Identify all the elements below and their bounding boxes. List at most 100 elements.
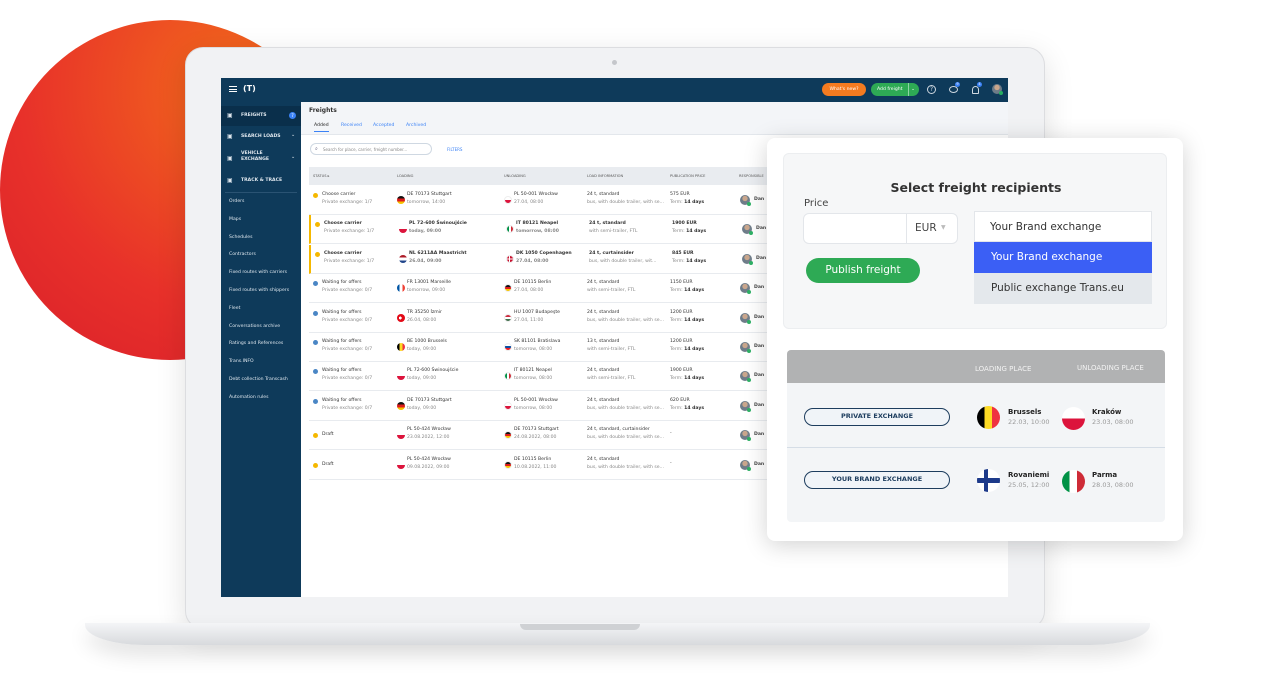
sidebar-item[interactable]: Schedules — [229, 235, 309, 240]
publication-price: 1200 EUR — [670, 339, 693, 344]
loading-date: tomorrow, 09:00 — [407, 288, 446, 294]
flag-pl-icon — [1062, 407, 1085, 430]
term-label: Term: — [670, 405, 685, 411]
sidebar-item[interactable]: Ratings and References — [229, 341, 309, 346]
loading-date: tomorrow, 14:00 — [407, 200, 446, 205]
status-text: Choose carrier — [324, 221, 362, 227]
unloading-city: Parma — [1092, 471, 1118, 479]
exchange-table: LOADING PLACE UNLOADING PLACE PRIVATE EX… — [787, 350, 1165, 522]
clock-icon — [313, 369, 318, 375]
sidebar-item-search-loads[interactable]: ▣ SEARCH LOADS ⌄ — [221, 127, 301, 147]
loading-city: Brussels — [1008, 408, 1042, 416]
publication-price: 845 EUR — [672, 250, 694, 256]
whats-new-button[interactable]: What's new? — [822, 83, 866, 96]
term-value: 14 days — [684, 376, 705, 382]
publish-freight-button[interactable]: Publish freight — [806, 258, 920, 283]
sidebar-item-freights[interactable]: ▣ FREIGHTS 7 — [221, 106, 301, 126]
term-value: 14 days — [684, 405, 705, 411]
term-label: Term: — [670, 200, 685, 205]
column-header: LOAD INFORMATION — [587, 174, 624, 178]
warning-icon — [313, 433, 318, 439]
top-bar: (T) What's new? Add freight ⌄ ? 9 4 — [221, 78, 1008, 102]
loading-date: 25.05, 12:00 — [1008, 481, 1050, 489]
truck-icon: ▣ — [227, 155, 233, 162]
sidebar-item-vehicle-exchange[interactable]: ▣ VEHICLE EXCHANGE ⌄ — [221, 148, 301, 170]
tab-accepted[interactable]: Accepted — [373, 123, 394, 128]
search-input[interactable]: ⌕ Search for place, carrier, freight num… — [310, 143, 432, 155]
flag-it-icon — [504, 372, 512, 381]
messages-icon[interactable] — [949, 86, 958, 93]
exchange-type-button[interactable]: PRIVATE EXCHANGE — [804, 408, 950, 426]
loading-place: PL 50-424 Wrocław — [407, 427, 451, 433]
col-loading-place: LOADING PLACE — [975, 365, 1032, 373]
status-sub: Private exchange: 0/7 — [322, 376, 373, 382]
status-text: Draft — [322, 461, 334, 467]
status-text: Choose carrier — [324, 250, 362, 256]
publication-price: - — [670, 431, 672, 437]
sidebar-item[interactable]: Conversations archive — [229, 324, 309, 329]
load-info: 24 t, standard — [587, 280, 620, 286]
help-icon[interactable]: ? — [927, 85, 936, 94]
tab-received[interactable]: Received — [341, 123, 362, 128]
tab-added[interactable]: Added — [314, 123, 329, 132]
chevron-down-icon: ▼ — [941, 224, 946, 231]
menu-icon[interactable] — [229, 86, 237, 92]
column-header[interactable]: STATUS ▸ — [313, 174, 329, 178]
sidebar-item[interactable]: Trans.INFO — [229, 359, 309, 364]
flag-it-icon — [1062, 470, 1085, 493]
price-input[interactable]: EUR ▼ — [803, 213, 958, 244]
chevron-down-icon[interactable]: ⌄ — [908, 83, 915, 96]
chevron-down-icon[interactable]: ⌄ — [291, 132, 295, 138]
unloading-date: tomorrow, 08:00 — [514, 376, 553, 382]
load-info-detail: with semi-trailer, FTL — [589, 229, 638, 235]
sidebar-item-label: VEHICLE EXCHANGE — [241, 151, 270, 162]
sidebar-item[interactable]: Automation rules — [229, 395, 309, 400]
sidebar-item[interactable]: Fixed routes with shippers — [229, 288, 309, 293]
bell-icon[interactable] — [972, 86, 979, 94]
unloading-place: HU 1007 Budapeşte — [514, 309, 560, 315]
flag-pl-icon — [399, 225, 407, 234]
option-public-exchange[interactable]: Public exchange Trans.eu — [974, 273, 1152, 304]
sidebar-item[interactable]: Orders — [229, 199, 309, 204]
tab-archived[interactable]: Archived — [406, 123, 426, 128]
load-info-detail: bus, with double trailer, with se... — [587, 200, 664, 205]
loading-place: FR 13001 Marseille — [407, 280, 451, 286]
loading-place: TR 35250 İzmir — [407, 309, 442, 315]
add-freight-button[interactable]: Add freight ⌄ — [871, 83, 919, 96]
loading-place: DE 70173 Stuttgart — [407, 192, 452, 197]
sidebar-item-track-trace[interactable]: ▣ TRACK & TRACE — [221, 171, 301, 191]
unloading-date: 10.08.2022, 11:00 — [514, 464, 557, 470]
load-info: 24 t, standard — [587, 368, 620, 374]
sidebar-item[interactable]: Fixed routes with carriers — [229, 270, 309, 275]
freight-recipients-panel: Select freight recipients Price EUR ▼ Pu… — [767, 138, 1183, 541]
unloading-date: 27.04, 11:00 — [514, 317, 544, 323]
load-info: 24 t, curtainsider — [589, 250, 634, 256]
term-label: Term: — [670, 347, 685, 352]
term-label: Term: — [672, 258, 687, 264]
option-your-brand-exchange[interactable]: Your Brand exchange — [974, 242, 1152, 273]
status-sub: Private exchange: 1/7 — [324, 258, 375, 264]
status-sub: Private exchange: 0/7 — [322, 347, 373, 352]
panel-title: Select freight recipients — [890, 180, 1062, 195]
flag-be-icon — [977, 406, 1000, 429]
sidebar-item[interactable]: Fleet — [229, 306, 309, 311]
warning-icon — [315, 251, 320, 257]
unloading-place: DK 1050 Copenhagen — [516, 250, 572, 256]
sidebar-item[interactable]: Maps — [229, 217, 309, 222]
user-avatar[interactable] — [992, 84, 1003, 95]
status-text: Draft — [322, 432, 334, 438]
sidebar-item[interactable]: Debt collection Transcash — [229, 377, 309, 382]
exchange-row: PRIVATE EXCHANGE Brussels 22.03, 10:00 Krak… — [787, 404, 1165, 444]
status-text: Choose carrier — [322, 192, 356, 197]
flag-pl-icon — [397, 460, 405, 469]
loading-place: PL 72-600 Świnoujście — [407, 368, 459, 374]
exchange-dropdown[interactable]: Your Brand exchange — [974, 211, 1152, 242]
unloading-date: 24.08.2022, 08:00 — [514, 435, 557, 441]
currency-select[interactable]: EUR — [915, 222, 937, 234]
filters-link[interactable]: FILTERS — [447, 147, 462, 152]
exchange-type-button[interactable]: YOUR BRAND EXCHANGE — [804, 471, 950, 489]
sidebar-item[interactable]: Contractors — [229, 252, 309, 257]
status-text: Waiting for offers — [322, 339, 362, 344]
loading-place: BE 1000 Brussels — [407, 339, 447, 344]
chevron-down-icon[interactable]: ⌄ — [291, 154, 295, 160]
